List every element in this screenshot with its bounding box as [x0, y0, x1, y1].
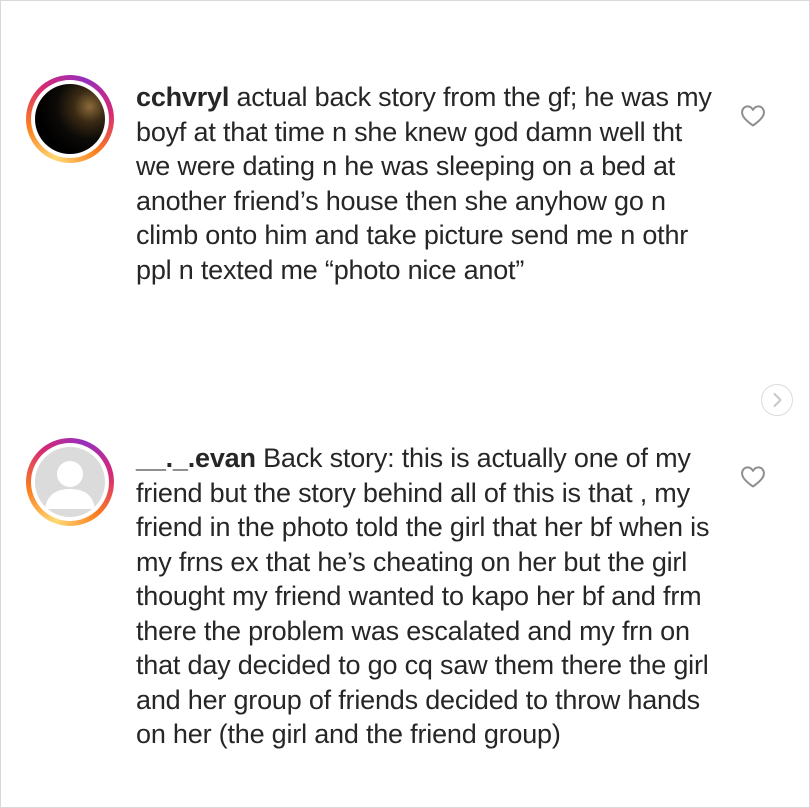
comment-text: actual back story from the gf; he was my…: [136, 82, 712, 285]
comment-body: __._.evan Back story: this is actually o…: [136, 441, 716, 752]
comment-body: cchvryl actual back story from the gf; h…: [136, 80, 716, 287]
comment-username[interactable]: cchvryl: [136, 82, 229, 112]
chevron-right-icon: [773, 393, 782, 407]
story-ring[interactable]: [26, 438, 114, 526]
comment-username[interactable]: __._.evan: [136, 443, 256, 473]
comment-text: Back story: this is actually one of my f…: [136, 443, 710, 749]
default-user-icon: [45, 461, 95, 509]
heart-icon[interactable]: [740, 465, 766, 489]
next-button[interactable]: [761, 384, 793, 416]
heart-icon[interactable]: [740, 104, 766, 128]
avatar: [35, 447, 105, 517]
avatar: [35, 84, 105, 154]
story-ring[interactable]: [26, 75, 114, 163]
